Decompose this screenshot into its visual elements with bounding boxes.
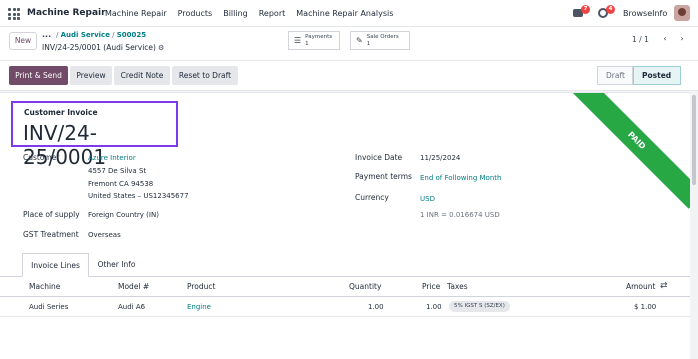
col-model[interactable]: Model #	[118, 282, 149, 291]
customer-address-line-3: United States – US12345677	[88, 192, 189, 200]
pager-value[interactable]: 1 / 1	[632, 35, 649, 44]
customer-address-line-2: Fremont CA 94538	[88, 180, 154, 188]
place-of-supply[interactable]: Foreign Country (IN)	[88, 211, 159, 219]
place-of-supply-label: Place of supply	[23, 210, 80, 219]
currency-label: Currency	[355, 193, 389, 202]
cell-product[interactable]: Engine	[187, 303, 211, 311]
invoice-form-sheet: PAID Customer Invoice INV/24-25/0001 Cus…	[0, 92, 690, 359]
app-name[interactable]: Machine Repair	[27, 8, 106, 18]
menu-billing[interactable]: Billing	[223, 9, 248, 18]
status-posted[interactable]: Posted	[633, 66, 681, 85]
list-icon: ☰	[294, 36, 302, 45]
credit-note-button[interactable]: Credit Note	[114, 66, 170, 85]
col-product[interactable]: Product	[187, 282, 215, 291]
control-panel: New ... / Audi Service / S00025 INV/24-2…	[0, 27, 698, 61]
gst-treatment[interactable]: Overseas	[88, 231, 121, 239]
payment-terms-label: Payment terms	[355, 172, 412, 181]
tab-invoice-lines[interactable]: Invoice Lines	[22, 253, 89, 277]
scrollbar-thumb[interactable]	[692, 95, 696, 185]
customer-address-line-1: 4557 De Silva St	[88, 167, 147, 175]
customer-name[interactable]: Azure Interior	[88, 154, 136, 162]
cell-model: Audi A6	[118, 303, 146, 311]
table-row[interactable]: Audi Series Audi A6 Engine 1.00 1.00 5% …	[0, 297, 690, 317]
breadcrumb: / Audi Service / S00025	[56, 31, 147, 39]
action-bar: Print & Send Preview Credit Note Reset t…	[0, 61, 698, 91]
preview-button[interactable]: Preview	[70, 66, 112, 85]
top-menu: Machine Repair Products Billing Report M…	[105, 9, 404, 18]
col-price[interactable]: Price	[422, 282, 440, 291]
user-avatar[interactable]	[674, 5, 690, 21]
new-button[interactable]: New	[9, 32, 37, 50]
col-machine[interactable]: Machine	[29, 282, 60, 291]
company-switcher[interactable]: BrowseInfo	[623, 9, 667, 18]
menu-machine-repair-analysis[interactable]: Machine Repair Analysis	[296, 9, 393, 18]
menu-products[interactable]: Products	[178, 9, 213, 18]
pager-next-icon[interactable]: ›	[676, 32, 688, 46]
activity-count-badge: 4	[606, 5, 615, 14]
paid-ribbon: PAID	[568, 93, 690, 209]
cell-machine: Audi Series	[29, 303, 69, 311]
chat-count-badge: 7	[581, 5, 590, 14]
menu-machine-repair[interactable]: Machine Repair	[105, 9, 167, 18]
gear-icon[interactable]: ⚙	[158, 44, 164, 52]
payment-terms[interactable]: End of Following Month	[420, 174, 501, 182]
currency-rate: 1 INR = 0.016674 USD	[420, 211, 500, 219]
currency[interactable]: USD	[420, 195, 435, 203]
column-settings-icon[interactable]: ⇄	[660, 281, 668, 291]
invoice-date[interactable]: 11/25/2024	[420, 154, 460, 162]
cell-amount: $ 1.00	[634, 303, 657, 311]
document-type: Customer Invoice	[24, 108, 98, 117]
cell-price: 1.00	[426, 303, 442, 311]
breadcrumb-more[interactable]: ...	[42, 30, 51, 39]
payments-smart-button[interactable]: ☰ Payments 1	[288, 31, 340, 50]
status-draft[interactable]: Draft	[597, 66, 633, 85]
invoice-lines-header: Machine Model # Product Quantity Price T…	[0, 277, 690, 297]
menu-report[interactable]: Report	[259, 9, 286, 18]
tax-badge: 5% IGST S (SZ/EX)	[449, 301, 510, 312]
status-bar: Draft Posted	[597, 66, 681, 85]
record-title-text: INV/24-25/0001 (Audi Service)	[42, 43, 156, 52]
pager-prev-icon[interactable]: ‹	[659, 32, 671, 46]
gst-treatment-label: GST Treatment	[23, 230, 79, 239]
edit-icon: ✎	[356, 36, 363, 45]
sale-orders-smart-button[interactable]: ✎ Sale Orders 1	[350, 31, 410, 50]
invoice-date-label: Invoice Date	[355, 153, 403, 162]
cell-quantity: 1.00	[368, 303, 384, 311]
payments-count: 1	[305, 40, 309, 47]
tab-other-info[interactable]: Other Info	[90, 253, 143, 277]
col-quantity[interactable]: Quantity	[349, 282, 381, 291]
notebook-tabs: Invoice Lines Other Info	[0, 253, 690, 277]
reset-to-draft-button[interactable]: Reset to Draft	[172, 66, 238, 85]
customer-label: Customer	[23, 153, 60, 162]
record-title: INV/24-25/0001 (Audi Service) ⚙	[42, 43, 164, 52]
print-send-button[interactable]: Print & Send	[9, 66, 68, 85]
invoice-title-highlight: Customer Invoice INV/24-25/0001	[11, 101, 178, 169]
breadcrumb-s00025[interactable]: S00025	[117, 31, 146, 39]
top-navbar: Machine Repair Machine Repair Products B…	[0, 0, 698, 27]
col-taxes[interactable]: Taxes	[447, 282, 468, 291]
sale-orders-count: 1	[366, 40, 371, 47]
breadcrumb-audi-service[interactable]: Audi Service	[61, 31, 110, 39]
apps-menu-icon[interactable]	[8, 8, 20, 20]
col-amount[interactable]: Amount	[626, 282, 655, 291]
